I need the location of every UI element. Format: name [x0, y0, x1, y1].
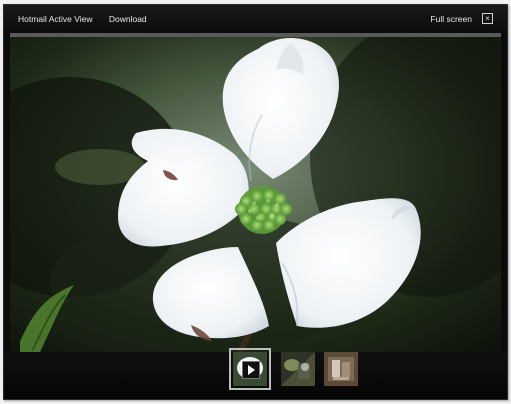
toolbar-left-group: Hotmail Active View Download: [18, 14, 161, 24]
hotmail-active-view-link[interactable]: Hotmail Active View: [18, 14, 92, 24]
full-screen-link[interactable]: Full screen: [430, 14, 472, 24]
filmstrip: [4, 348, 507, 399]
main-photo: [10, 37, 501, 352]
play-icon[interactable]: [242, 361, 260, 379]
close-icon[interactable]: ×: [482, 13, 493, 24]
photo-viewer-window: Hotmail Active View Download Full screen…: [3, 4, 508, 400]
top-toolbar: Hotmail Active View Download Full screen…: [4, 5, 507, 33]
thumbnail-third[interactable]: [324, 352, 358, 386]
second-thumbnail-image: [281, 352, 315, 386]
third-thumbnail-image: [324, 352, 358, 386]
download-link[interactable]: Download: [109, 14, 147, 24]
thumbnail-second[interactable]: [281, 352, 315, 386]
dogwood-flower-image: [10, 37, 501, 352]
toolbar-right-group: Full screen ×: [430, 13, 493, 24]
thumbnail-dogwood[interactable]: [229, 348, 271, 390]
